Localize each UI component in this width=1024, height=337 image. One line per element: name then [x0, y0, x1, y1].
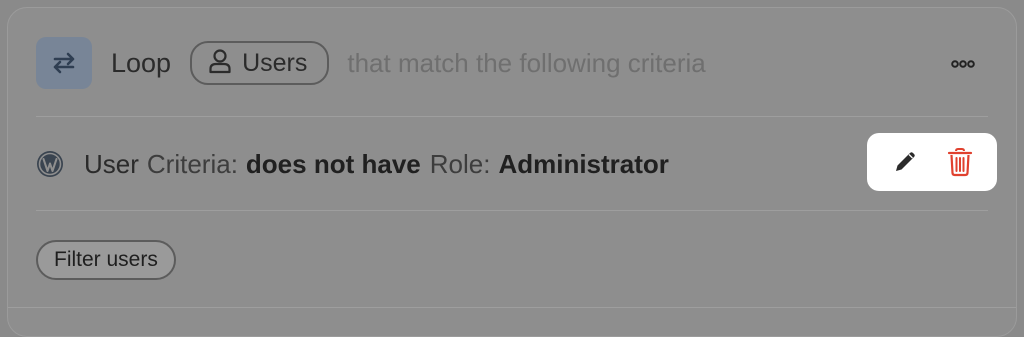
loop-title: Loop [111, 47, 172, 78]
criteria-label: Criteria: [146, 148, 238, 179]
loop-criteria-hint: that match the following criteria [347, 47, 706, 78]
criteria-operator: does not have [245, 148, 421, 179]
criteria-row: User Criteria: does not have Role: Admin… [36, 143, 669, 185]
user-icon [208, 48, 232, 79]
users-entity-selector[interactable]: Users [190, 41, 330, 85]
criteria-field: Role: [429, 148, 491, 179]
criteria-value: Administrator [498, 148, 669, 179]
header-divider [36, 116, 988, 117]
loop-header: Loop Users that match the following crit… [36, 36, 988, 90]
criteria-actions [867, 133, 997, 191]
users-entity-label: Users [242, 48, 308, 77]
pencil-icon [895, 152, 915, 171]
trash-icon [947, 148, 972, 177]
delete-criteria-button[interactable] [940, 142, 980, 182]
wordpress-icon [37, 151, 63, 177]
loop-arrows-icon [36, 37, 92, 89]
loop-card: Loop Users that match the following crit… [7, 7, 1017, 337]
criteria-subject: User [84, 148, 139, 179]
footer-divider [8, 307, 1016, 308]
more-horizontal-icon[interactable] [948, 54, 978, 74]
criteria-divider [36, 210, 988, 211]
edit-criteria-button[interactable] [885, 142, 925, 182]
filter-users-button[interactable]: Filter users [36, 240, 176, 280]
